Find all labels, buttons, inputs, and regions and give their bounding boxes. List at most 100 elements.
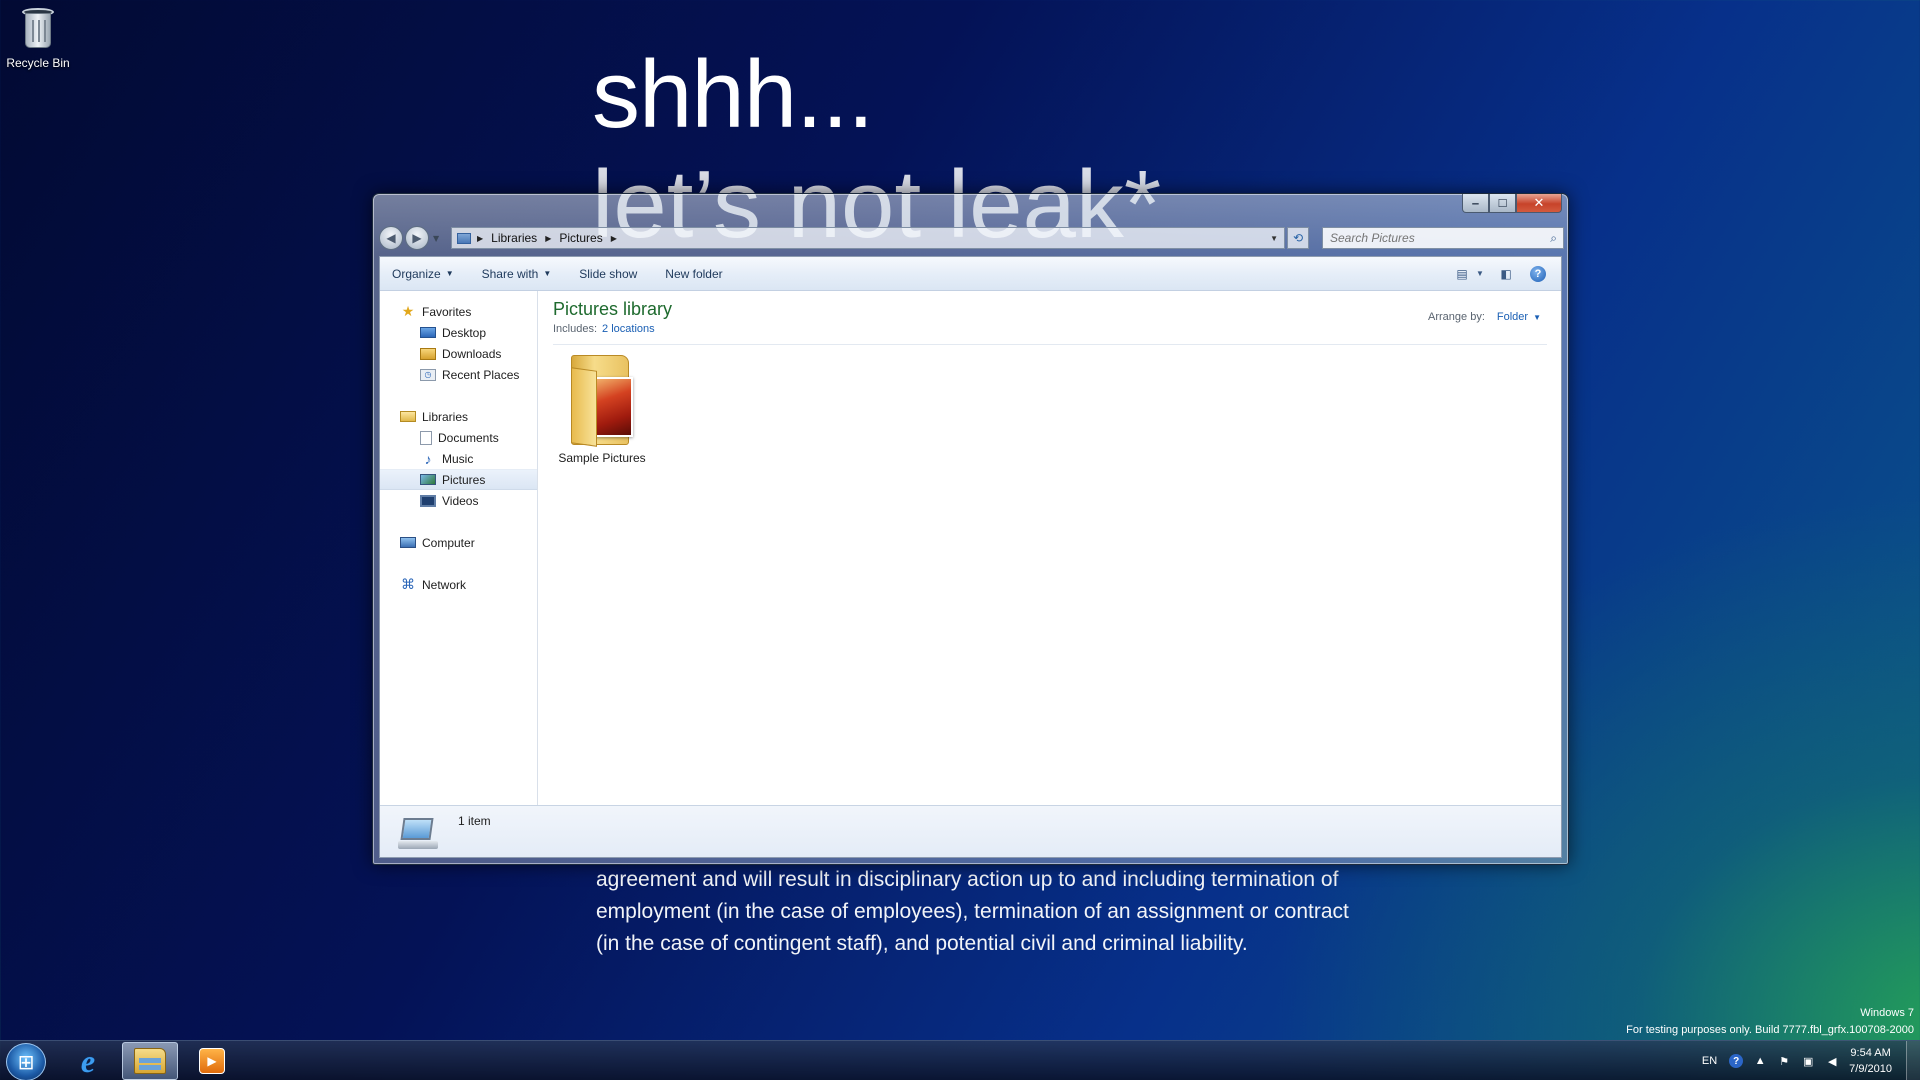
caption-buttons: ‒ ☐ ✕ (1462, 194, 1562, 213)
includes-label: Includes: (553, 323, 598, 335)
help-icon: ? (1530, 265, 1546, 282)
organize-button[interactable]: Organize ▼ (392, 267, 454, 281)
show-desktop-button[interactable] (1906, 1041, 1920, 1080)
breadcrumb-chevron-icon[interactable]: ▶ (477, 234, 483, 243)
nav-computer-label: Computer (422, 535, 475, 550)
library-folder-icon (457, 232, 471, 244)
search-input[interactable] (1323, 231, 1533, 245)
recent-pages-dropdown[interactable]: ▼ (433, 234, 439, 243)
chevron-down-icon: ▼ (543, 269, 552, 278)
build-watermark: Windows 7 For testing purposes only. Bui… (1626, 1005, 1914, 1039)
file-list-pane[interactable]: Pictures library Includes: 2 locations Ar… (539, 291, 1561, 805)
show-hidden-icons-icon[interactable]: ▲ (1753, 1055, 1767, 1067)
nav-libraries[interactable]: Libraries (380, 406, 537, 427)
search-box[interactable]: ⌕ (1322, 227, 1564, 249)
nav-libraries-label: Libraries (422, 409, 469, 424)
share-with-button[interactable]: Share with ▼ (482, 267, 552, 281)
nav-recent-places-label: Recent Places (442, 367, 520, 382)
nav-desktop-label: Desktop (442, 325, 487, 340)
nav-videos[interactable]: Videos (380, 490, 537, 511)
internet-explorer-icon: e (80, 1042, 96, 1079)
legal-text: agreement and will result in disciplinar… (596, 868, 1349, 955)
library-locations-link[interactable]: 2 locations (602, 323, 655, 335)
windows-logo-icon: ⊞ (17, 1050, 35, 1074)
volume-icon[interactable]: ◀ (1825, 1055, 1839, 1068)
address-bar[interactable]: ▶ Libraries ▶ Pictures ▶ ▼ (451, 227, 1285, 249)
refresh-button[interactable]: ⟲ (1287, 227, 1309, 249)
chevron-down-icon[interactable]: ▼ (1533, 313, 1541, 322)
nav-computer[interactable]: Computer (380, 532, 537, 553)
pictures-icon (420, 474, 436, 485)
nav-pictures[interactable]: Pictures (380, 469, 537, 490)
recycle-bin-label: Recycle Bin (6, 56, 70, 70)
breadcrumb-chevron-icon[interactable]: ▶ (545, 234, 551, 243)
music-icon: ♪ (424, 450, 432, 467)
refresh-icon: ⟲ (1292, 231, 1304, 245)
back-button[interactable]: ◀ (379, 226, 403, 250)
new-folder-button[interactable]: New folder (665, 267, 722, 281)
watermark-build: For testing purposes only. Build 7777.fb… (1626, 1024, 1914, 1036)
breadcrumb-pictures[interactable]: Pictures (559, 231, 602, 245)
breadcrumb-chevron-icon[interactable]: ▶ (611, 234, 617, 243)
videos-icon (420, 494, 436, 507)
recycle-bin[interactable]: Recycle Bin (4, 6, 72, 70)
nav-favorites-label: Favorites (422, 304, 472, 319)
nav-downloads[interactable]: Downloads (380, 343, 537, 364)
desktop-icon (420, 327, 436, 338)
pictures-folder-icon (567, 351, 637, 447)
maximize-button[interactable]: ☐ (1489, 194, 1516, 213)
taskbar: ⊞ e ▶ EN ? ▲ ⚑ ▣ ◀ 9:54 AM 7/9/2010 (0, 1040, 1920, 1080)
nav-network-label: Network (422, 577, 467, 592)
breadcrumb-libraries[interactable]: Libraries (491, 231, 537, 245)
file-name: Sample Pictures (558, 451, 646, 465)
share-with-label: Share with (481, 266, 539, 281)
slide-show-button[interactable]: Slide show (579, 267, 637, 281)
nav-downloads-label: Downloads (442, 346, 502, 361)
library-header: Pictures library Includes: 2 locations Ar… (553, 299, 1547, 345)
minimize-button[interactable]: ‒ (1462, 194, 1489, 213)
new-folder-label: New folder (665, 266, 723, 281)
details-pane: 1 item (380, 805, 1561, 857)
nav-favorites[interactable]: ★ Favorites (380, 301, 537, 322)
address-dropdown-icon[interactable]: ▼ (1270, 234, 1278, 243)
action-center-flag-icon[interactable]: ⚑ (1777, 1055, 1791, 1068)
notification-area: EN ? ▲ ⚑ ▣ ◀ 9:54 AM 7/9/2010 (1702, 1041, 1920, 1080)
nav-network[interactable]: ⌘ Network (380, 574, 537, 595)
nav-music[interactable]: ♪ Music (380, 448, 537, 469)
computer-icon (400, 537, 416, 548)
view-options-dropdown[interactable]: ▼ (1475, 265, 1485, 283)
explorer-content: Organize ▼ Share with ▼ Slide show New fol… (379, 256, 1562, 858)
promo-title: shhh... (592, 41, 874, 148)
nav-videos-label: Videos (442, 493, 479, 508)
change-view-button[interactable]: ▤ (1451, 265, 1473, 283)
close-button[interactable]: ✕ (1516, 194, 1562, 213)
clock[interactable]: 9:54 AM 7/9/2010 (1849, 1045, 1892, 1077)
help-icon[interactable]: ? (1729, 1054, 1744, 1068)
watermark-os: Windows 7 (1860, 1007, 1914, 1019)
help-button[interactable]: ? (1527, 265, 1549, 283)
computer-library-icon (396, 814, 440, 852)
view-icon: ▤ (1456, 266, 1468, 281)
preview-pane-button[interactable]: ◧ (1495, 265, 1517, 283)
arrange-by-dropdown[interactable]: Folder (1497, 311, 1528, 323)
nav-music-label: Music (442, 451, 474, 466)
forward-button[interactable]: ▶ (405, 226, 429, 250)
clock-date: 7/9/2010 (1849, 1063, 1892, 1075)
taskbar-media-player[interactable]: ▶ (184, 1042, 240, 1080)
file-item-sample-pictures[interactable]: Sample Pictures (555, 351, 649, 465)
taskbar-windows-explorer[interactable] (122, 1042, 178, 1080)
command-bar: Organize ▼ Share with ▼ Slide show New fol… (380, 257, 1561, 291)
explorer-window[interactable]: ‒ ☐ ✕ ◀ ▶ ▼ ▶ Libraries ▶ Pictures ▶ ▼ ⟲… (372, 193, 1569, 865)
search-icon[interactable]: ⌕ (1550, 231, 1557, 246)
network-status-icon[interactable]: ▣ (1801, 1055, 1815, 1068)
language-indicator[interactable]: EN (1702, 1055, 1717, 1067)
nav-recent-places[interactable]: ◷ Recent Places (380, 364, 537, 385)
nav-documents[interactable]: Documents (380, 427, 537, 448)
organize-label: Organize (392, 266, 441, 281)
start-button[interactable]: ⊞ (6, 1043, 46, 1080)
taskbar-internet-explorer[interactable]: e (60, 1042, 116, 1080)
downloads-icon (420, 347, 436, 360)
preview-pane-icon: ◧ (1500, 266, 1512, 281)
toolbar-right: ▤ ▼ ◧ ? (1441, 265, 1549, 283)
nav-desktop[interactable]: Desktop (380, 322, 537, 343)
